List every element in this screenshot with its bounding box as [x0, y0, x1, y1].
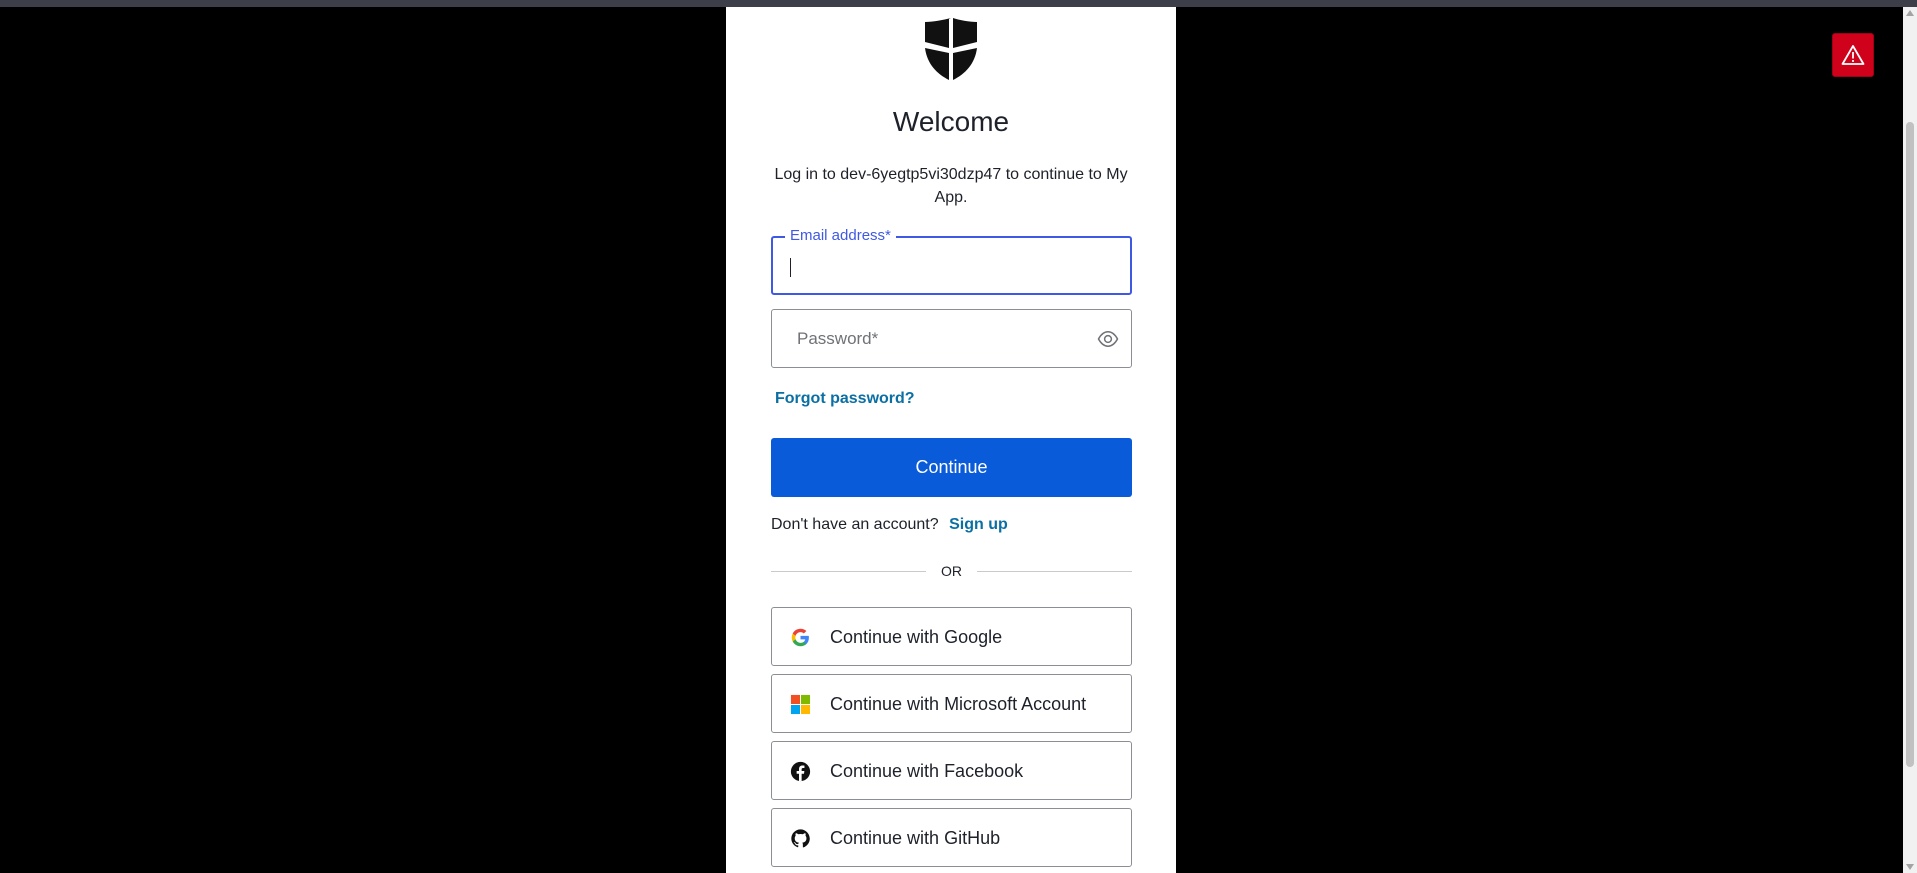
microsoft-icon	[790, 694, 811, 715]
or-divider: OR	[771, 562, 1132, 580]
text-caret	[790, 258, 791, 277]
password-placeholder: Password*	[797, 329, 879, 348]
continue-button[interactable]: Continue	[771, 438, 1132, 497]
login-card: Welcome Log in to dev-6yegtp5vi30dzp47 t…	[726, 7, 1176, 873]
page-title: Welcome	[892, 106, 1010, 137]
email-label: Email address*	[785, 227, 896, 245]
scroll-up-arrow-icon[interactable]	[1906, 10, 1914, 16]
password-field[interactable]: Password*	[771, 309, 1132, 368]
continue-with-facebook-button[interactable]: Continue with Facebook	[771, 741, 1132, 800]
email-field[interactable]: Email address*	[771, 227, 1132, 295]
continue-with-github-button[interactable]: Continue with GitHub	[771, 808, 1132, 867]
github-button-label: Continue with GitHub	[830, 828, 1001, 848]
eye-icon[interactable]	[1097, 328, 1119, 350]
scroll-down-arrow-icon[interactable]	[1906, 864, 1914, 870]
signup-link[interactable]: Sign up	[949, 516, 1008, 533]
continue-with-google-button[interactable]: Continue with Google	[771, 607, 1132, 666]
microsoft-button-label: Continue with Microsoft Account	[830, 694, 1087, 714]
login-subtitle: Log in to dev-6yegtp5vi30dzp47 to contin…	[774, 166, 1128, 206]
divider-line-right	[977, 571, 1132, 572]
facebook-icon	[790, 761, 811, 782]
page-scrollbar[interactable]	[1903, 7, 1917, 873]
forgot-password-link[interactable]: Forgot password?	[775, 390, 915, 408]
browser-top-strip	[0, 0, 1917, 7]
scrollbar-thumb[interactable]	[1906, 122, 1914, 767]
github-icon	[791, 829, 810, 848]
facebook-button-label: Continue with Facebook	[830, 761, 1024, 781]
no-account-text: Don't have an account?	[771, 516, 939, 533]
google-icon	[791, 628, 809, 647]
google-button-label: Continue with Google	[830, 627, 1003, 647]
shield-logo-icon	[925, 18, 977, 80]
continue-with-microsoft-button[interactable]: Continue with Microsoft Account	[771, 674, 1132, 733]
signup-row: Don't have an account? Sign up	[771, 516, 1008, 534]
warning-button[interactable]	[1832, 33, 1874, 77]
warning-triangle-icon	[1841, 45, 1865, 65]
